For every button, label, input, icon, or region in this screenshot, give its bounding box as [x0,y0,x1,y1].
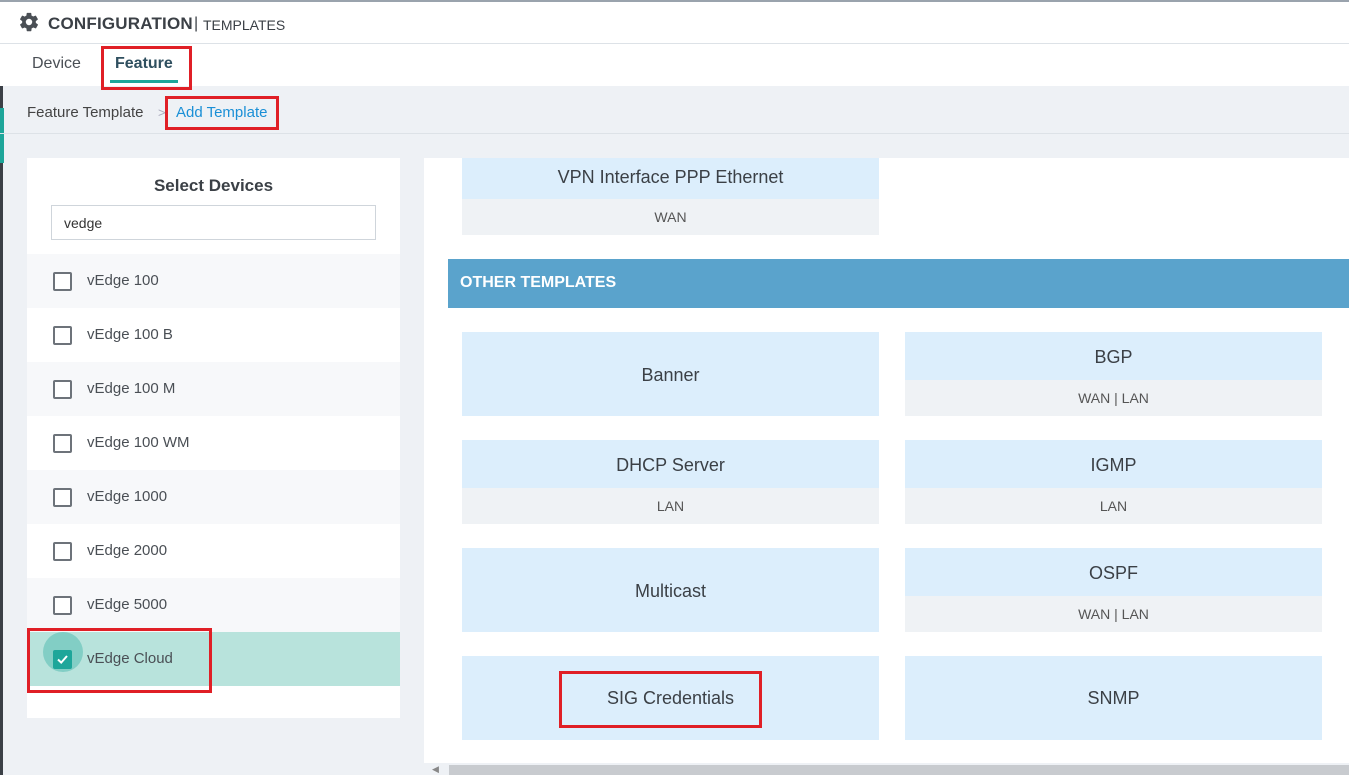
select-devices-title: Select Devices [153,176,274,195]
tab-bar: Device Feature [0,44,1349,86]
template-name: Multicast [634,581,706,601]
device-search-input[interactable] [51,205,376,240]
device-row-vedge-5000[interactable]: vEdge 5000 [27,578,400,632]
accent-strip [0,108,4,163]
other-templates-header: OTHER TEMPLATES [448,259,1349,308]
device-row-vedge-100-wm[interactable]: vEdge 100 WM [27,416,400,470]
active-tab-indicator [110,80,178,83]
template-card-bgp[interactable]: BGP WAN | LAN [905,332,1322,416]
template-tag: LAN [905,488,1322,524]
horizontal-scrollbar[interactable] [449,765,1349,775]
device-label: vEdge Cloud [87,650,173,667]
breadcrumb-root[interactable]: Feature Template [27,104,143,121]
template-card-igmp[interactable]: IGMP LAN [905,440,1322,524]
template-name: BGP [1094,347,1133,367]
title-separator: | [194,15,199,32]
tab-device[interactable]: Device [32,55,81,73]
app-root: CONFIGURATION | TEMPLATES Device Feature… [0,0,1349,775]
template-tag: WAN | LAN [905,596,1322,632]
template-name: IGMP [1090,455,1137,475]
device-row-vedge-100-m[interactable]: vEdge 100 M [27,362,400,416]
template-card-ospf[interactable]: OSPF WAN | LAN [905,548,1322,632]
device-row-vedge-100-b[interactable]: vEdge 100 B [27,308,400,362]
template-name: DHCP Server [616,455,725,475]
device-checkbox[interactable] [53,542,72,561]
breadcrumb-divider [0,133,1349,134]
template-tag: WAN | LAN [905,380,1322,416]
device-checkbox[interactable] [53,488,72,507]
scroll-left-icon[interactable]: ◀ [432,764,439,775]
tab-feature[interactable]: Feature [115,55,173,73]
template-tag: WAN [462,199,879,235]
page-title: CONFIGURATION [48,14,193,33]
select-devices-panel: Select Devices vEdge 100 vEdge 100 B vEd… [27,158,400,718]
device-label: vEdge 100 WM [87,434,190,451]
checkmark-icon [57,655,68,665]
section-title: OTHER TEMPLATES [460,274,617,291]
device-list: vEdge 100 vEdge 100 B vEdge 100 M vEdge … [27,254,400,686]
template-card-multicast[interactable]: Multicast [462,548,879,632]
template-name: SIG Credentials [606,688,735,708]
device-row-vedge-1000[interactable]: vEdge 1000 [27,470,400,524]
template-name: SNMP [1087,688,1140,708]
device-label: vEdge 100 M [87,380,176,397]
device-checkbox[interactable] [53,326,72,345]
device-checkbox[interactable] [53,596,72,615]
device-row-vedge-2000[interactable]: vEdge 2000 [27,524,400,578]
template-name: OSPF [1088,563,1138,583]
device-checkbox[interactable] [53,380,72,399]
device-label: vEdge 2000 [87,542,168,559]
template-name: Banner [641,365,700,385]
device-row-vedge-cloud[interactable]: vEdge Cloud [27,632,400,686]
template-card-sig-credentials[interactable]: SIG Credentials [462,656,879,740]
template-card-vpn-interface-ppp-ethernet[interactable]: VPN Interface PPP Ethernet WAN [462,158,879,235]
device-label: vEdge 100 [87,272,159,289]
device-checkbox[interactable] [53,272,72,291]
device-label: vEdge 5000 [87,596,168,613]
device-checkbox[interactable] [53,434,72,453]
device-label: vEdge 1000 [87,488,168,505]
template-card-banner[interactable]: Banner [462,332,879,416]
templates-panel: VPN Interface PPP Ethernet WAN OTHER TEM… [424,158,1349,763]
breadcrumb-add-template[interactable]: Add Template [176,104,267,121]
template-card-snmp[interactable]: SNMP [905,656,1322,740]
page-header: CONFIGURATION | TEMPLATES [0,0,1349,44]
page-subtitle: TEMPLATES [203,17,286,33]
device-checkbox-checked[interactable] [53,650,72,669]
device-label: vEdge 100 B [87,326,173,343]
device-row-vedge-100[interactable]: vEdge 100 [27,254,400,308]
template-card-dhcp-server[interactable]: DHCP Server LAN [462,440,879,524]
gear-icon [20,12,38,32]
template-name: VPN Interface PPP Ethernet [557,167,784,187]
breadcrumb-separator: > [158,105,166,120]
template-tag: LAN [462,488,879,524]
